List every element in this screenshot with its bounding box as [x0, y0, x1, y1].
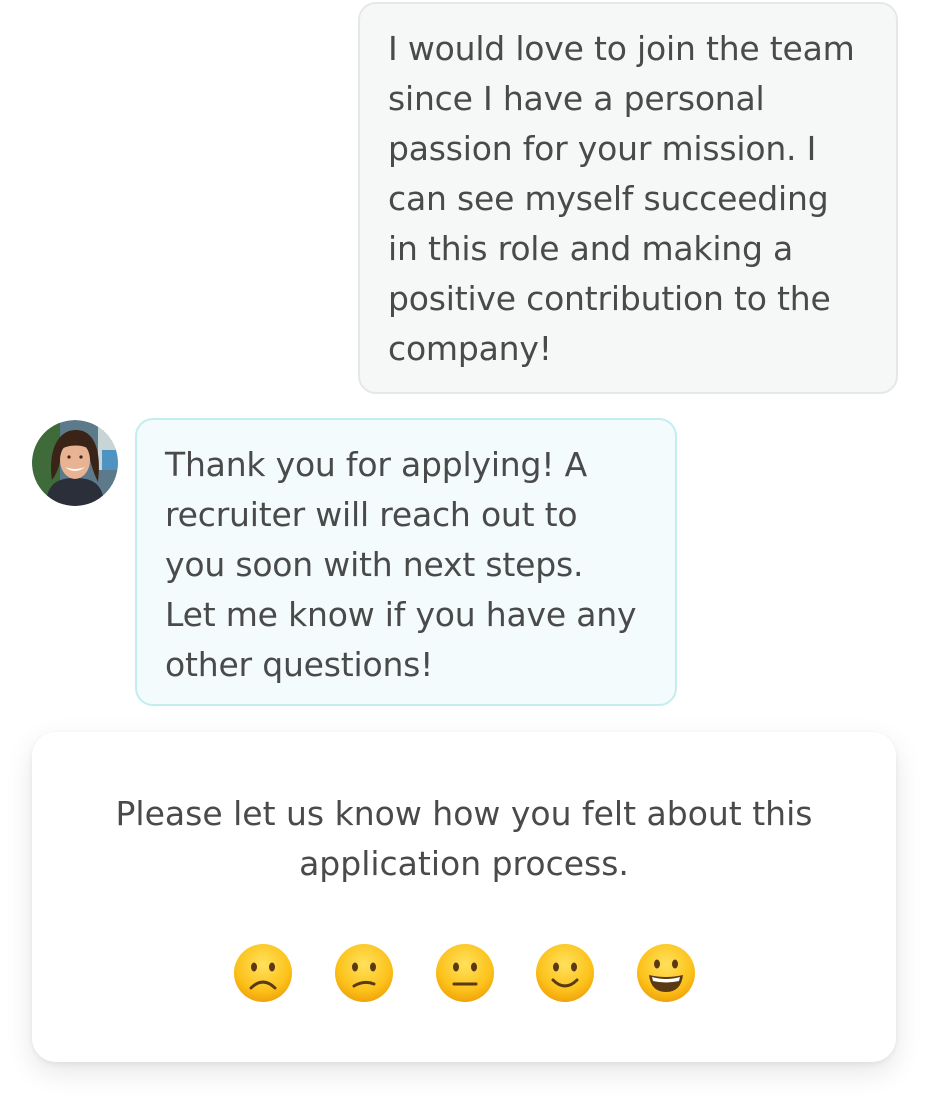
message-line: in this role and making a [388, 229, 794, 268]
user-message-bubble: I would love to join the team since I ha… [358, 2, 898, 394]
feedback-prompt-line: application process. [299, 844, 629, 883]
message-line: company! [388, 329, 552, 368]
rating-button-4[interactable] [534, 942, 596, 1004]
frowning-face-icon [234, 944, 292, 1002]
slightly-smiling-face-icon [536, 944, 594, 1002]
rating-button-1[interactable] [232, 942, 294, 1004]
feedback-prompt: Please let us know how you felt about th… [32, 789, 896, 889]
recruiter-avatar [32, 420, 118, 506]
rating-button-3[interactable] [434, 942, 496, 1004]
bot-message-bubble: Thank you for applying! A recruiter will… [135, 418, 677, 706]
message-line: recruiter will reach out to [165, 495, 578, 534]
message-line: other questions! [165, 645, 434, 684]
rating-button-2[interactable] [333, 942, 395, 1004]
message-line: positive contribution to the [388, 279, 831, 318]
rating-row [232, 942, 696, 1006]
message-line: Let me know if you have any [165, 595, 637, 634]
confused-face-icon [335, 944, 393, 1002]
feedback-card: Please let us know how you felt about th… [32, 732, 896, 1062]
neutral-face-icon [436, 944, 494, 1002]
grinning-face-icon [637, 944, 695, 1002]
message-line: since I have a personal [388, 79, 765, 118]
message-line: you soon with next steps. [165, 545, 584, 584]
message-line: passion for your mission. I [388, 129, 817, 168]
feedback-prompt-line: Please let us know how you felt about th… [115, 794, 813, 833]
rating-button-5[interactable] [635, 942, 697, 1004]
message-line: can see myself succeeding [388, 179, 829, 218]
chat-window: I would love to join the team since I ha… [0, 0, 926, 1104]
message-line: I would love to join the team [388, 29, 855, 68]
message-line: Thank you for applying! A [165, 445, 587, 484]
